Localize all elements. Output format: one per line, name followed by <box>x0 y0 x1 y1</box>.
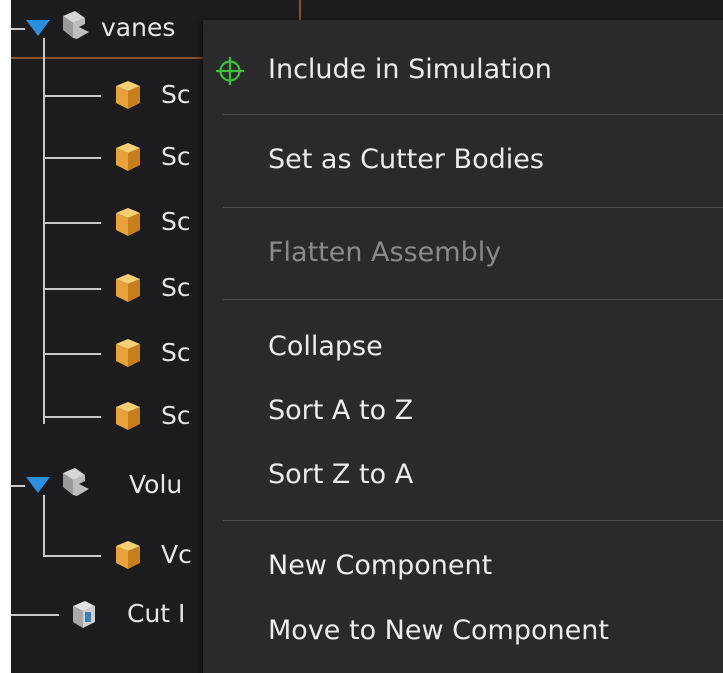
triangle-down-icon[interactable] <box>25 475 51 495</box>
menu-item-move-to-new-component[interactable]: Move to New Component <box>268 615 609 647</box>
menu-item-flatten-assembly: Flatten Assembly <box>268 237 502 268</box>
crosshair-target-icon <box>216 57 244 85</box>
tree-item-label: vanes <box>101 13 176 42</box>
tree-item-label: Sc <box>161 207 191 236</box>
menu-item-set-as-cutter-bodies[interactable]: Set as Cutter Bodies <box>268 144 544 176</box>
menu-item-collapse[interactable]: Collapse <box>268 331 383 363</box>
tree-item-label: Sc <box>161 273 191 302</box>
tree-item-label: Vc <box>161 540 192 569</box>
tree-item-label: Sc <box>161 80 191 109</box>
menu-item-new-component[interactable]: New Component <box>268 550 492 582</box>
component-stack-icon <box>63 468 89 496</box>
triangle-down-icon[interactable] <box>25 18 51 38</box>
cube-icon <box>116 274 140 302</box>
tree-item-label: Cut I <box>127 599 186 628</box>
tree-connector <box>43 288 101 290</box>
tree-connector <box>43 353 101 355</box>
tree-item-label: Sc <box>161 142 191 171</box>
menu-separator <box>223 114 723 115</box>
tree-item-label: Sc <box>161 401 191 430</box>
tree-item-label: Sc <box>161 338 191 367</box>
menu-item-sort-a-to-z[interactable]: Sort A to Z <box>268 395 413 427</box>
tree-connector <box>43 222 101 224</box>
tree-connector <box>43 95 101 97</box>
cutter-body-icon <box>73 601 95 628</box>
menu-separator <box>223 520 723 521</box>
cube-icon <box>116 402 140 430</box>
cube-icon <box>116 541 140 569</box>
app-window: vanes Sc Sc Sc Sc Sc Sc Volu Vc Cut I In… <box>11 0 723 673</box>
tree-connector <box>11 614 59 616</box>
tree-connector <box>11 28 25 30</box>
cube-icon <box>116 208 140 236</box>
menu-item-include-in-simulation[interactable]: Include in Simulation <box>268 54 552 86</box>
component-stack-icon <box>63 11 89 39</box>
cube-icon <box>116 143 140 171</box>
cube-icon <box>116 81 140 109</box>
menu-separator <box>223 207 723 208</box>
tree-connector <box>43 157 101 159</box>
context-menu: Include in Simulation Set as Cutter Bodi… <box>203 20 723 673</box>
tree-connector <box>11 485 25 487</box>
tree-connector <box>43 555 101 557</box>
tree-item-label: Volu <box>129 470 183 499</box>
menu-item-sort-z-to-a[interactable]: Sort Z to A <box>268 459 413 491</box>
menu-separator <box>223 299 723 300</box>
cube-icon <box>116 339 140 367</box>
tree-connector <box>43 416 101 418</box>
